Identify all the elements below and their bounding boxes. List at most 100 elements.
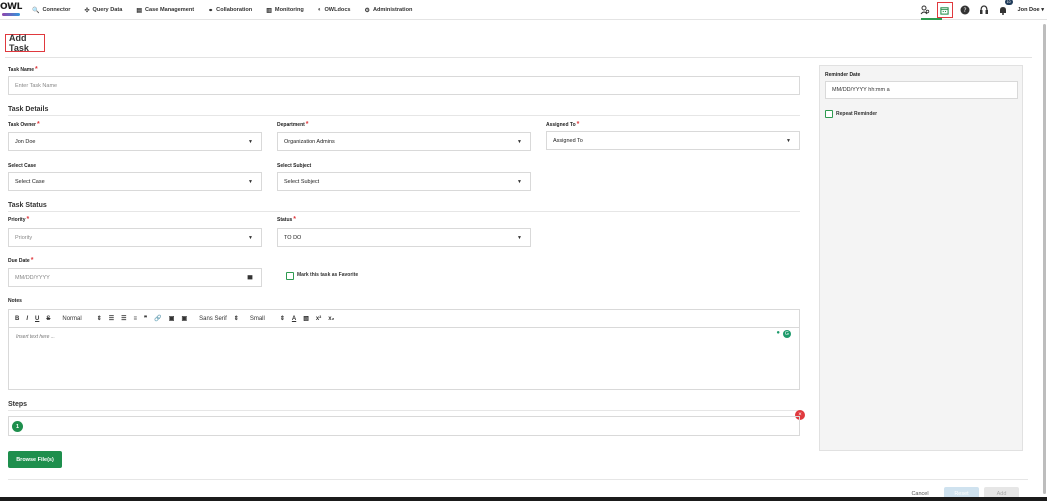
select-case-select[interactable]: Select Case ▼ [8, 172, 262, 191]
font-updown-icon: ⇕ [233, 316, 239, 322]
calendar-icon[interactable] [936, 2, 953, 18]
select-subject-label: Select Subject [277, 163, 312, 169]
video-button[interactable]: ▣ [181, 315, 187, 322]
required-marker: * [35, 66, 38, 73]
repeat-reminder-checkbox[interactable] [825, 110, 833, 118]
notes-editor: B I U S Normal ⇕ ☰ ☰ ≡ ❞ 🔗 ▣ ▣ Sans Seri… [8, 309, 800, 390]
strike-button[interactable]: S [46, 316, 50, 322]
task-name-label: Task Name* [8, 66, 38, 73]
user-name: Jon Doe [1017, 7, 1040, 13]
section-divider [8, 410, 800, 411]
notification-badge: 10 [1004, 0, 1013, 5]
select-value: Select Case [15, 178, 45, 185]
image-button[interactable]: ▣ [169, 315, 175, 322]
main-nav: 🔍 Connector ✣ Query Data ▤ Case Manageme… [32, 0, 426, 20]
priority-select[interactable]: Priority ▼ [8, 228, 262, 247]
logo-swoosh [2, 13, 20, 16]
underline-button[interactable]: U [35, 316, 39, 322]
size-select[interactable]: Small [250, 316, 265, 322]
task-details-heading: Task Details [8, 106, 49, 113]
quote-button[interactable]: ❞ [144, 315, 147, 322]
link-button[interactable]: 🔗 [154, 315, 161, 322]
required-marker: * [36, 121, 40, 128]
section-divider [8, 115, 800, 116]
task-status-heading: Task Status [8, 202, 47, 209]
chevron-down-icon: ▼ [517, 235, 522, 241]
editor-toolbar: B I U S Normal ⇕ ☰ ☰ ≡ ❞ 🔗 ▣ ▣ Sans Seri… [9, 310, 799, 328]
italic-button[interactable]: I [26, 316, 28, 322]
calendar-icon[interactable] [247, 274, 253, 282]
task-owner-select[interactable]: Jon Doe ▼ [8, 132, 262, 151]
active-indicator [921, 18, 942, 20]
required-marker: * [30, 257, 34, 264]
assigned-to-select[interactable]: Assigned To ▼ [546, 131, 800, 150]
due-date-input[interactable]: MM/DD/YYYY [8, 268, 262, 287]
reminder-date-input[interactable]: MM/DD/YYYY hh:mm a [825, 81, 1018, 99]
nav-case-management[interactable]: ▤ Case Management [136, 7, 194, 14]
label-text: Priority [8, 217, 26, 223]
select-value: TO DO [284, 234, 302, 241]
nav-query-data[interactable]: ✣ Query Data [84, 7, 122, 14]
chevron-down-icon: ▼ [517, 139, 522, 145]
nav-connector[interactable]: 🔍 Connector [32, 7, 70, 14]
nav-label: Query Data [92, 7, 123, 13]
label-text: Task Owner [8, 122, 36, 128]
monitoring-icon: ▥ [266, 7, 272, 14]
due-date-label: Due Date* [8, 257, 33, 264]
select-value: Select Subject [284, 178, 320, 185]
clear-format-button[interactable]: ▧ [303, 315, 309, 322]
task-name-input[interactable]: Enter Task Name [8, 76, 800, 95]
steps-heading: Steps [8, 401, 28, 408]
status-select[interactable]: TO DO ▼ [277, 228, 531, 247]
page-scrollbar[interactable] [1043, 24, 1046, 494]
bell-icon[interactable]: 10 [996, 0, 1013, 17]
select-value: Organization Admins [284, 138, 335, 145]
top-navigation: OWL 🔍 Connector ✣ Query Data ▤ Case Mana… [0, 0, 1047, 20]
nav-collaboration[interactable]: ⚭ Collaboration [208, 7, 252, 14]
support-icon[interactable] [977, 3, 991, 17]
nav-administration[interactable]: ⚙ Administration [365, 7, 413, 14]
subscript-button[interactable]: x₂ [328, 316, 334, 322]
required-marker: * [576, 121, 580, 128]
heading-select[interactable]: Normal [62, 316, 81, 322]
bold-button[interactable]: B [15, 316, 19, 322]
ordered-list-button[interactable]: ☰ [109, 315, 114, 322]
help-icon[interactable]: ? [958, 3, 972, 17]
footer-divider [8, 479, 1028, 480]
department-select[interactable]: Organization Admins ▼ [277, 132, 531, 151]
favorite-checkbox[interactable] [286, 272, 294, 280]
query-icon: ✣ [84, 7, 90, 14]
section-divider [8, 211, 800, 212]
nav-owldocs[interactable]: ◐ OWLdocs [318, 7, 351, 13]
nav-label: Case Management [145, 7, 195, 13]
placeholder-text: Enter Task Name [15, 82, 58, 89]
owl-logo[interactable]: OWL [0, 2, 22, 18]
size-updown-icon: ⇕ [279, 316, 285, 322]
text-color-button[interactable]: A [292, 316, 296, 322]
select-value: Priority [15, 234, 33, 241]
font-select[interactable]: Sans Serif [199, 316, 227, 322]
required-marker: * [26, 216, 30, 223]
admin-icon: ⚙ [364, 7, 370, 14]
status-label: Status* [277, 216, 296, 223]
task-owner-label: Task Owner* [8, 121, 40, 128]
bullet-list-button[interactable]: ☰ [121, 315, 126, 322]
bottom-bar [0, 497, 1047, 501]
required-marker: * [293, 216, 297, 223]
svg-text:?: ? [963, 7, 966, 14]
step-row[interactable]: 1 [8, 416, 800, 436]
grammar-icon[interactable]: G [783, 330, 791, 338]
superscript-button[interactable]: x² [316, 316, 321, 322]
browse-files-button[interactable]: Browse File(s) [8, 451, 62, 468]
chevron-down-icon: ▼ [248, 139, 253, 145]
select-value: Assigned To [553, 137, 583, 144]
chevron-down-icon: ▼ [248, 179, 253, 185]
nav-monitoring[interactable]: ▥ Monitoring [266, 7, 304, 14]
label-text: Department [277, 122, 305, 128]
notes-body[interactable]: Insert text here ... [16, 334, 55, 340]
user-menu[interactable]: Jon Doe ▾ [1018, 7, 1044, 13]
select-subject-select[interactable]: Select Subject ▼ [277, 172, 531, 191]
align-button[interactable]: ≡ [134, 316, 138, 322]
nav-label: Administration [372, 7, 413, 13]
user-search-icon[interactable] [918, 3, 932, 17]
